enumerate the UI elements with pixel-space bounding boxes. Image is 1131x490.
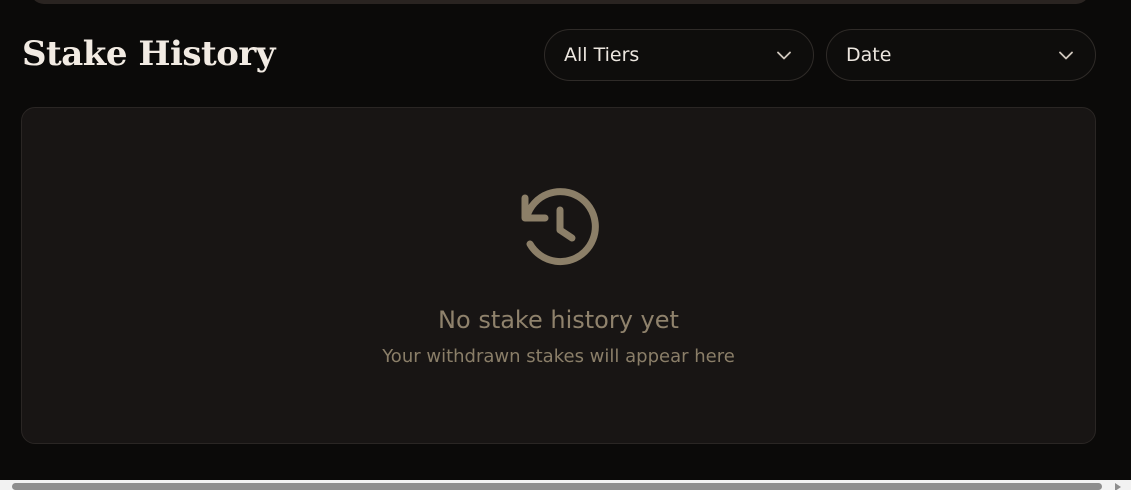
date-sort-select[interactable]: Date [826, 29, 1096, 81]
scroll-right-arrow-icon[interactable] [1115, 483, 1121, 490]
tier-filter-select[interactable]: All Tiers [544, 29, 814, 81]
chevron-down-icon [775, 46, 793, 64]
history-icon [518, 186, 602, 270]
empty-state-subtitle: Your withdrawn stakes will appear here [382, 346, 735, 367]
top-card-edge [30, 0, 1090, 4]
chevron-down-icon [1057, 46, 1075, 64]
empty-state-title: No stake history yet [438, 306, 679, 334]
horizontal-scrollbar[interactable] [0, 480, 1131, 490]
date-sort-value: Date [846, 44, 892, 66]
stake-history-panel: No stake history yet Your withdrawn stak… [21, 107, 1096, 444]
page-title: Stake History [22, 34, 276, 74]
tier-filter-value: All Tiers [564, 44, 640, 66]
scrollbar-thumb[interactable] [12, 483, 1102, 490]
